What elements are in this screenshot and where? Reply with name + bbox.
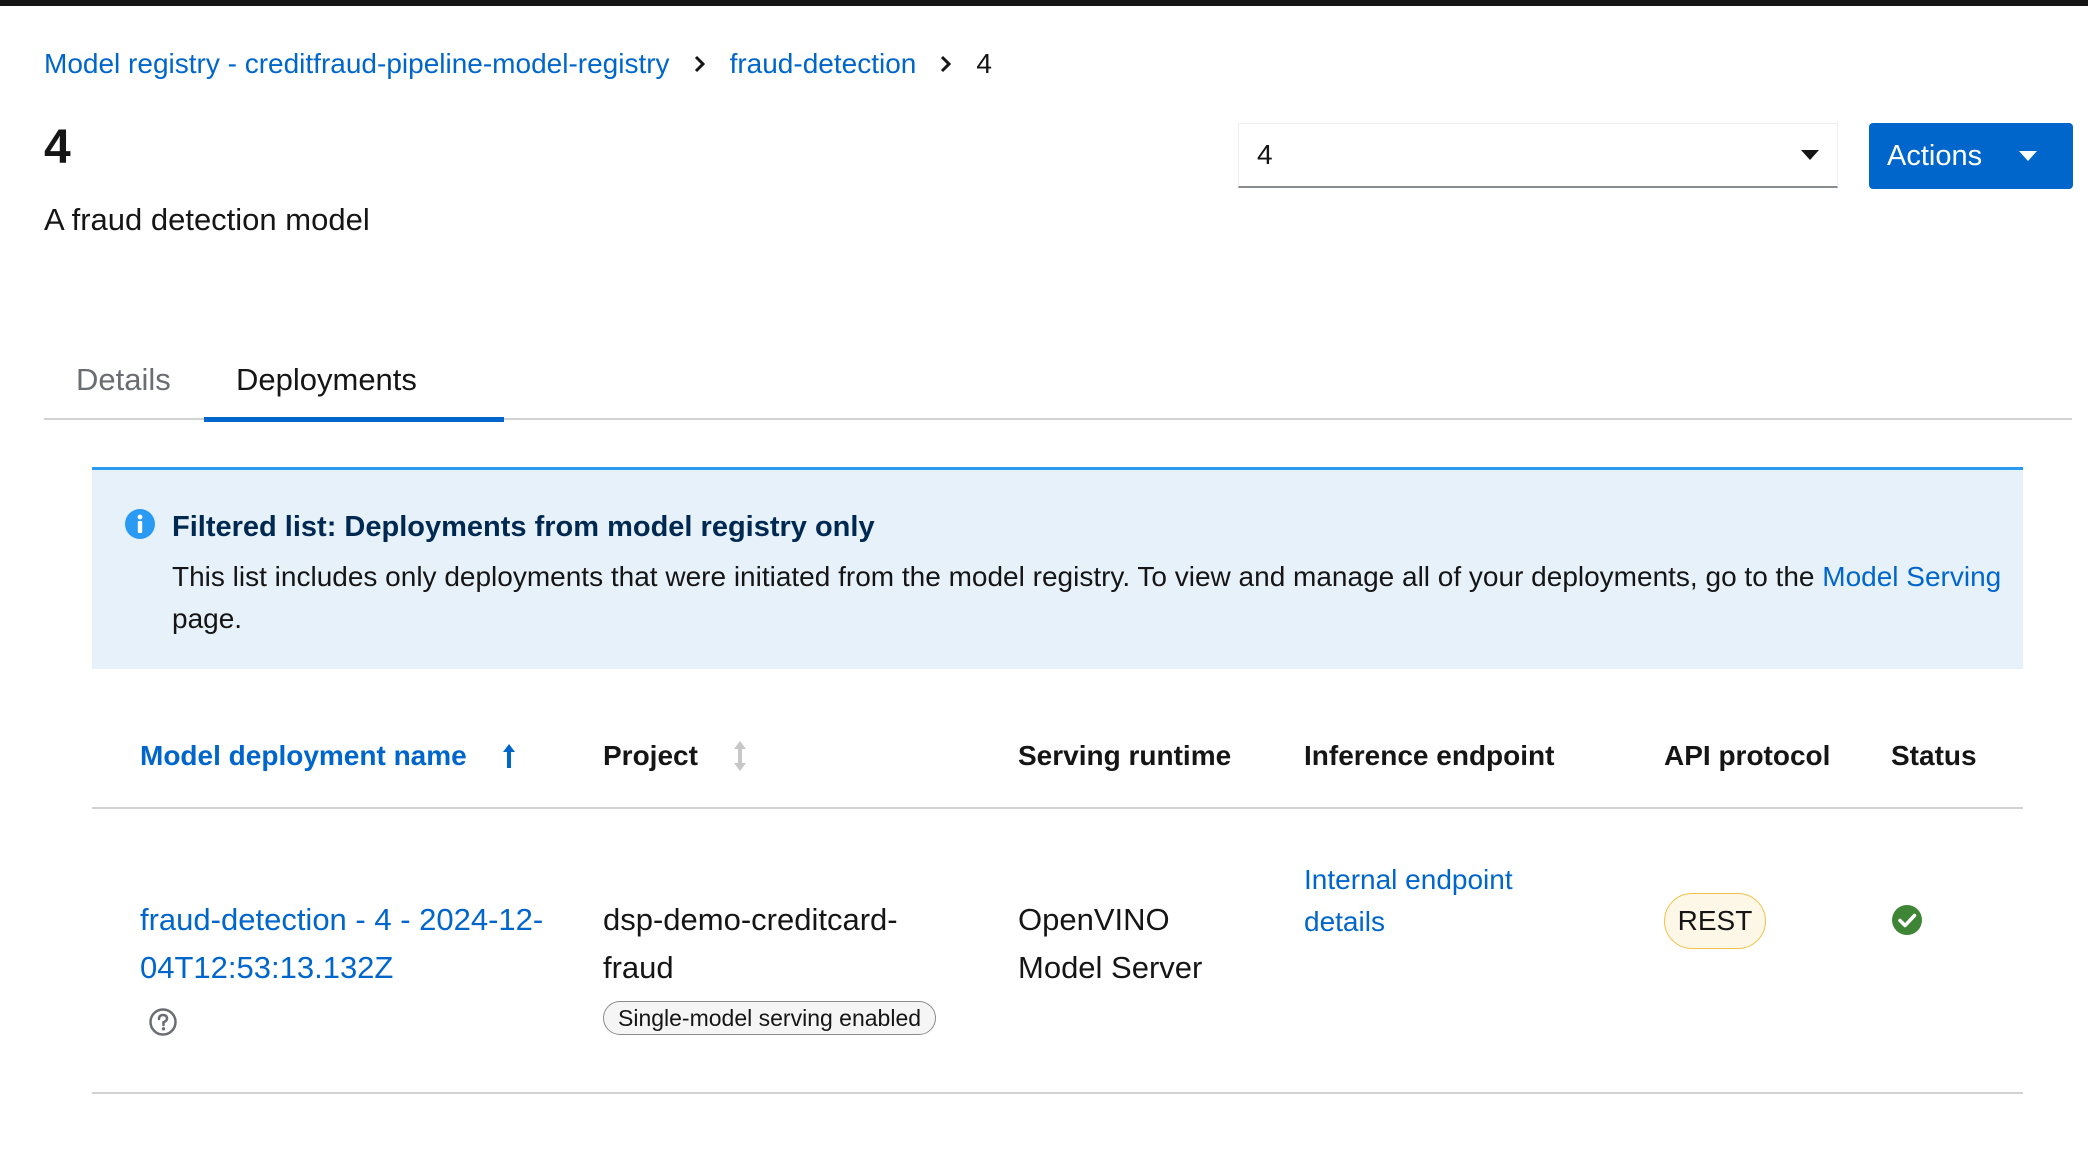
table-row-divider: [92, 1092, 2023, 1094]
table-header-divider: [92, 807, 2023, 809]
column-header-project[interactable]: Project: [603, 736, 748, 776]
breadcrumb: Model registry - creditfraud-pipeline-mo…: [44, 44, 992, 84]
column-header-api-protocol: API protocol: [1664, 740, 1831, 771]
page-title: 4: [44, 121, 71, 174]
column-header-inference-endpoint: Inference endpoint: [1304, 740, 1555, 771]
api-protocol-badge: REST: [1664, 893, 1766, 949]
serving-runtime: OpenVINO Model Server: [1018, 902, 1203, 985]
column-header-serving-runtime: Serving runtime: [1018, 740, 1232, 771]
caret-down-icon: [1801, 150, 1819, 160]
sort-unsorted-icon: [732, 740, 748, 772]
tab-bar: Details Deployments: [44, 350, 2072, 422]
serving-mode-badge: Single-model serving enabled: [603, 1001, 937, 1035]
alert-title: Filtered list: Deployments from model re…: [172, 511, 875, 543]
deployment-name-link[interactable]: fraud-detection - 4 - 2024-12-04T12:53:1…: [140, 896, 570, 992]
version-select-value: 4: [1257, 139, 1273, 170]
chevron-right-icon: [670, 44, 730, 84]
breadcrumb-current: 4: [976, 48, 992, 79]
column-header-status: Status: [1891, 740, 1977, 771]
model-serving-link[interactable]: Model Serving: [1822, 561, 2001, 592]
breadcrumb-registry-link[interactable]: Model registry - creditfraud-pipeline-mo…: [44, 44, 670, 84]
info-alert: Filtered list: Deployments from model re…: [92, 467, 2023, 669]
alert-body: This list includes only deployments that…: [172, 561, 2002, 634]
help-icon[interactable]: [148, 1007, 178, 1037]
actions-button-label: Actions: [1887, 139, 1983, 172]
tab-deployments[interactable]: Deployments: [204, 350, 504, 422]
chevron-right-icon: [916, 44, 976, 84]
top-bar: [0, 0, 2088, 6]
inference-endpoint-link[interactable]: Internal endpoint details: [1304, 859, 1554, 943]
sort-ascending-icon: [501, 742, 517, 770]
info-circle-icon: [125, 509, 155, 539]
check-circle-icon: [1892, 905, 1922, 935]
page-description: A fraud detection model: [44, 202, 370, 237]
tab-details[interactable]: Details: [44, 350, 204, 420]
column-header-deployment-name[interactable]: Model deployment name: [140, 736, 517, 776]
version-select[interactable]: 4: [1238, 123, 1838, 188]
caret-down-icon: [2019, 151, 2037, 161]
breadcrumb-model-link[interactable]: fraud-detection: [730, 44, 917, 84]
project-name: dsp-demo-creditcard-fraud: [603, 902, 898, 985]
actions-button[interactable]: Actions: [1869, 123, 2073, 189]
